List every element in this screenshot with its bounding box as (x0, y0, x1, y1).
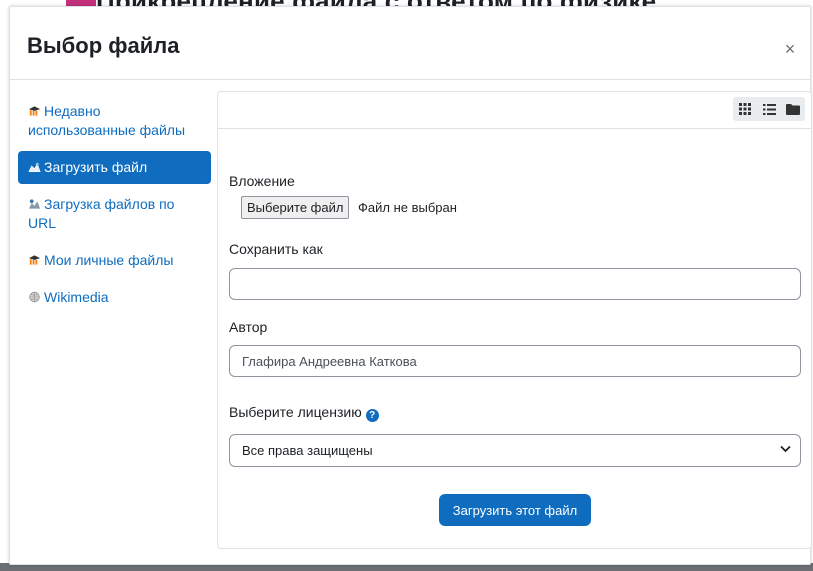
sidebar-item-label: Мои личные файлы (44, 252, 174, 268)
moodle-hat-icon (28, 106, 41, 116)
view-toggle-group (733, 97, 805, 121)
save-as-input[interactable] (229, 268, 801, 300)
sidebar-item-private-files[interactable]: Мои личные файлы (18, 244, 211, 277)
save-as-label: Сохранить как (229, 241, 323, 257)
folder-view-button[interactable] (781, 97, 805, 121)
wikimedia-globe-icon (29, 291, 40, 303)
dialog-title: Выбор файла (27, 33, 180, 58)
no-file-selected-text: Файл не выбран (358, 200, 457, 215)
sidebar-item-label: Загрузить файл (44, 159, 148, 175)
upload-cloud-icon (28, 162, 41, 173)
close-button[interactable]: × (780, 39, 800, 59)
attachment-label: Вложение (229, 173, 295, 189)
list-view-icon (762, 103, 776, 115)
help-question-icon[interactable]: ? (365, 409, 379, 422)
sidebar-item-label: Wikimedia (44, 289, 109, 305)
grid-view-icon (739, 103, 751, 115)
author-label: Автор (229, 319, 268, 335)
url-download-icon (28, 199, 41, 209)
choose-file-button[interactable]: Выберите файл (241, 196, 350, 219)
license-label-row: Выберите лицензию? (229, 404, 379, 422)
upload-panel: Вложение Выберите файл Файл не выбран Со… (217, 91, 812, 549)
license-selected-value: Все права защищены (242, 443, 373, 458)
moodle-hat-icon (28, 255, 41, 265)
author-input[interactable]: Глафира Андреевна Каткова (229, 345, 801, 377)
file-picker-dialog: Выбор файла × Недавно использованные фай… (9, 6, 812, 565)
sidebar-item-url-download[interactable]: Загрузка файлов по URL (18, 188, 211, 240)
panel-toolbar (218, 92, 811, 129)
repository-sidebar: Недавно использованные файлы Загрузить ф… (18, 95, 211, 318)
license-label: Выберите лицензию (229, 404, 362, 420)
dialog-header: Выбор файла × (10, 7, 810, 80)
sidebar-item-wikimedia[interactable]: Wikimedia (18, 281, 211, 314)
upload-this-file-button[interactable]: Загрузить этот файл (439, 494, 591, 526)
sidebar-item-label: Недавно использованные файлы (28, 103, 186, 138)
sidebar-item-upload-file[interactable]: Загрузить файл (18, 151, 211, 184)
sidebar-item-recent-files[interactable]: Недавно использованные файлы (18, 95, 211, 147)
sidebar-item-label: Загрузка файлов по URL (28, 196, 175, 231)
license-select[interactable]: Все права защищены (229, 434, 801, 467)
list-view-button[interactable] (757, 97, 781, 121)
folder-view-icon (786, 103, 800, 115)
chevron-down-icon (780, 445, 791, 453)
grid-view-button[interactable] (733, 97, 757, 121)
